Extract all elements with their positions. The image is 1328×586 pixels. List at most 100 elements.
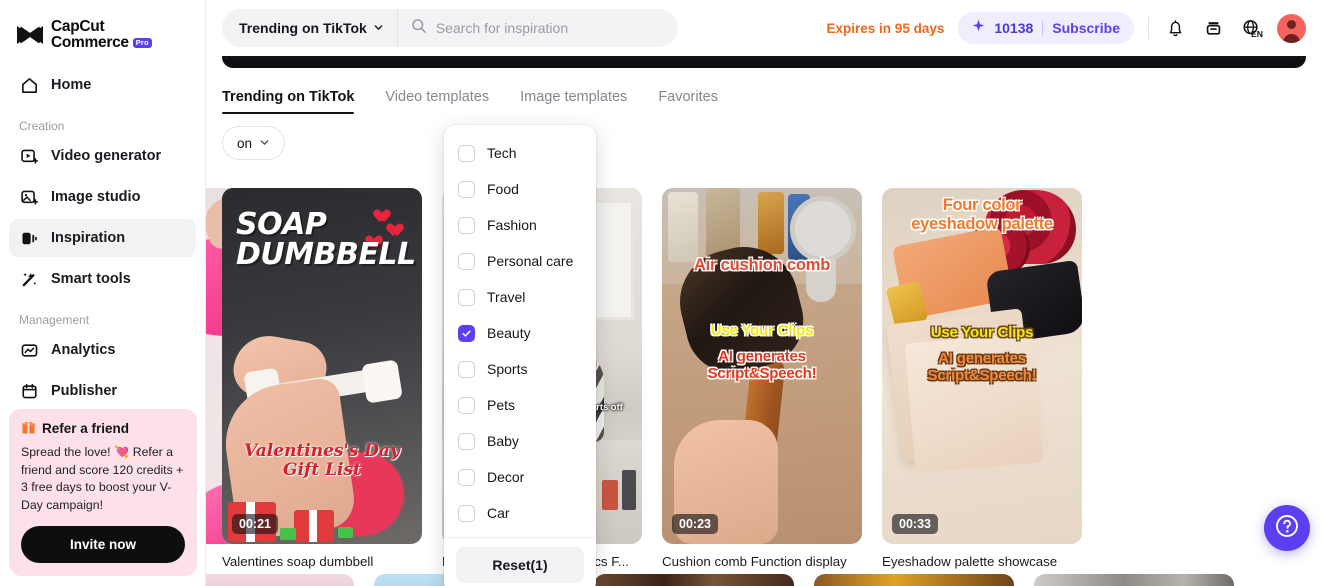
tab-favorites[interactable]: Favorites	[658, 89, 718, 114]
category-option-label: Car	[487, 505, 510, 521]
smart-tools-icon	[19, 269, 39, 289]
video-thumbnail[interactable]: Air cushion comb Use Your Clips AI gener…	[662, 188, 862, 544]
category-option-label: Personal care	[487, 253, 574, 269]
filter-bar: on	[206, 114, 1328, 160]
search-category-dropdown[interactable]: Trending on TikTok	[222, 9, 398, 47]
expiry-notice: Expires in 95 days	[826, 20, 945, 36]
category-option-label: Food	[487, 181, 519, 197]
category-option-decor[interactable]: Decor	[444, 459, 596, 495]
help-button[interactable]	[1264, 505, 1310, 551]
app-logo[interactable]: CapCut Commerce Pro	[9, 0, 196, 56]
logo-line2: Commerce	[51, 34, 129, 51]
gift-icon	[21, 420, 36, 438]
sidebar-item-label: Publisher	[51, 383, 118, 399]
checkbox[interactable]	[458, 468, 475, 486]
duration-badge: 00:21	[232, 514, 278, 534]
sparkle-icon	[972, 19, 985, 37]
sidebar-item-label: Image studio	[51, 189, 141, 205]
checkbox[interactable]	[458, 504, 475, 522]
referral-body: Spread the love! 💘 Refer a friend and sc…	[21, 444, 184, 513]
video-card-title: Cushion comb Function display	[662, 554, 847, 569]
tab-video-templates[interactable]: Video templates	[385, 89, 489, 114]
category-option-personal-care[interactable]: Personal care	[444, 243, 596, 279]
category-option-food[interactable]: Food	[444, 171, 596, 207]
content-tabs: Trending on TikTok Video templates Image…	[206, 74, 1328, 114]
category-option-tech[interactable]: Tech	[444, 135, 596, 171]
checkbox[interactable]	[458, 144, 475, 162]
sidebar-item-label: Smart tools	[51, 271, 131, 287]
sidebar-item-smart-tools[interactable]: Smart tools	[9, 260, 196, 298]
sidebar-item-image-studio[interactable]: Image studio	[9, 178, 196, 216]
duration-badge: 00:23	[672, 514, 718, 534]
video-generator-icon	[19, 146, 39, 166]
sidebar-item-publisher[interactable]: Publisher	[9, 372, 196, 410]
video-card[interactable]	[814, 574, 1014, 586]
sidebar-item-analytics[interactable]: Analytics	[9, 331, 196, 369]
chevron-down-icon	[259, 136, 270, 151]
home-icon	[19, 75, 39, 95]
sidebar-item-label: Inspiration	[51, 230, 126, 246]
video-thumbnail[interactable]: SOAP DUMBBELL Valentines's Day Gift List…	[222, 188, 422, 544]
question-mark-icon	[1274, 513, 1300, 544]
video-card[interactable]	[594, 574, 794, 586]
sidebar-item-home[interactable]: Home	[9, 66, 196, 104]
sidebar-item-video-generator[interactable]: Video generator	[9, 137, 196, 175]
category-option-sports[interactable]: Sports	[444, 351, 596, 387]
category-filter-label: on	[237, 135, 253, 151]
category-option-pets[interactable]: Pets	[444, 387, 596, 423]
capcut-logo-icon	[16, 24, 44, 46]
tab-trending-on-tiktok[interactable]: Trending on TikTok	[222, 89, 355, 114]
checkbox[interactable]	[458, 396, 475, 414]
subscribe-button[interactable]: Subscribe	[1052, 20, 1120, 36]
video-thumbnail[interactable]: Four color eyeshadow palette Use Your Cl…	[882, 188, 1082, 544]
checkbox[interactable]	[458, 288, 475, 306]
reset-button[interactable]: Reset(1)	[456, 547, 584, 583]
checkbox[interactable]	[458, 360, 475, 378]
credits-pill[interactable]: 10138 Subscribe	[958, 12, 1134, 44]
globe-icon[interactable]: EN	[1239, 16, 1263, 40]
sidebar-group-management: Management	[19, 313, 90, 327]
image-studio-icon	[19, 187, 39, 207]
video-card[interactable]	[1034, 574, 1234, 586]
checkbox[interactable]	[458, 252, 475, 270]
chevron-down-icon	[373, 20, 384, 36]
svg-text:EN: EN	[1251, 29, 1263, 39]
search-input[interactable]	[435, 20, 672, 36]
divider	[1042, 20, 1044, 36]
category-option-beauty[interactable]: Beauty	[444, 315, 596, 351]
video-card[interactable]: Air cushion comb Use Your Clips AI gener…	[662, 188, 862, 569]
bell-icon[interactable]	[1163, 16, 1187, 40]
avatar[interactable]	[1277, 13, 1306, 43]
top-header: Trending on TikTok Expires in 95 days	[206, 0, 1328, 56]
category-option-travel[interactable]: Travel	[444, 279, 596, 315]
dropdown-footer: Reset(1)	[444, 537, 596, 586]
tab-image-templates[interactable]: Image templates	[520, 89, 627, 114]
sidebar-item-label: Analytics	[51, 342, 116, 358]
sidebar-item-inspiration[interactable]: Inspiration	[9, 219, 196, 257]
video-card[interactable]: SOAP DUMBBELL Valentines's Day Gift List…	[222, 188, 422, 569]
archive-icon[interactable]	[1201, 16, 1225, 40]
divider	[1148, 17, 1149, 39]
sidebar-item-label: Video generator	[51, 148, 162, 164]
checkbox[interactable]	[458, 180, 475, 198]
category-option-fashion[interactable]: Fashion	[444, 207, 596, 243]
category-option-label: Baby	[487, 433, 519, 449]
category-filter-dropdown: Tech Food Fashion Personal care Travel B…	[444, 125, 596, 586]
video-card[interactable]: Four color eyeshadow palette Use Your Cl…	[882, 188, 1082, 569]
publisher-icon	[19, 381, 39, 401]
checkbox[interactable]	[458, 216, 475, 234]
category-options-list: Tech Food Fashion Personal care Travel B…	[444, 135, 596, 537]
inspiration-icon	[19, 228, 39, 248]
pro-badge: Pro	[132, 37, 152, 48]
checkbox[interactable]	[458, 432, 475, 450]
checkbox-checked[interactable]	[458, 324, 475, 342]
category-option-label: Travel	[487, 289, 526, 305]
category-option-label: Sports	[487, 361, 528, 377]
category-filter-pill[interactable]: on	[222, 126, 286, 160]
header-actions: Expires in 95 days 10138 Subscribe EN	[827, 12, 1306, 44]
category-option-baby[interactable]: Baby	[444, 423, 596, 459]
category-option-car[interactable]: Car	[444, 495, 596, 531]
invite-now-button[interactable]: Invite now	[21, 526, 185, 563]
category-option-label: Decor	[487, 469, 525, 485]
video-card[interactable]	[206, 574, 354, 586]
